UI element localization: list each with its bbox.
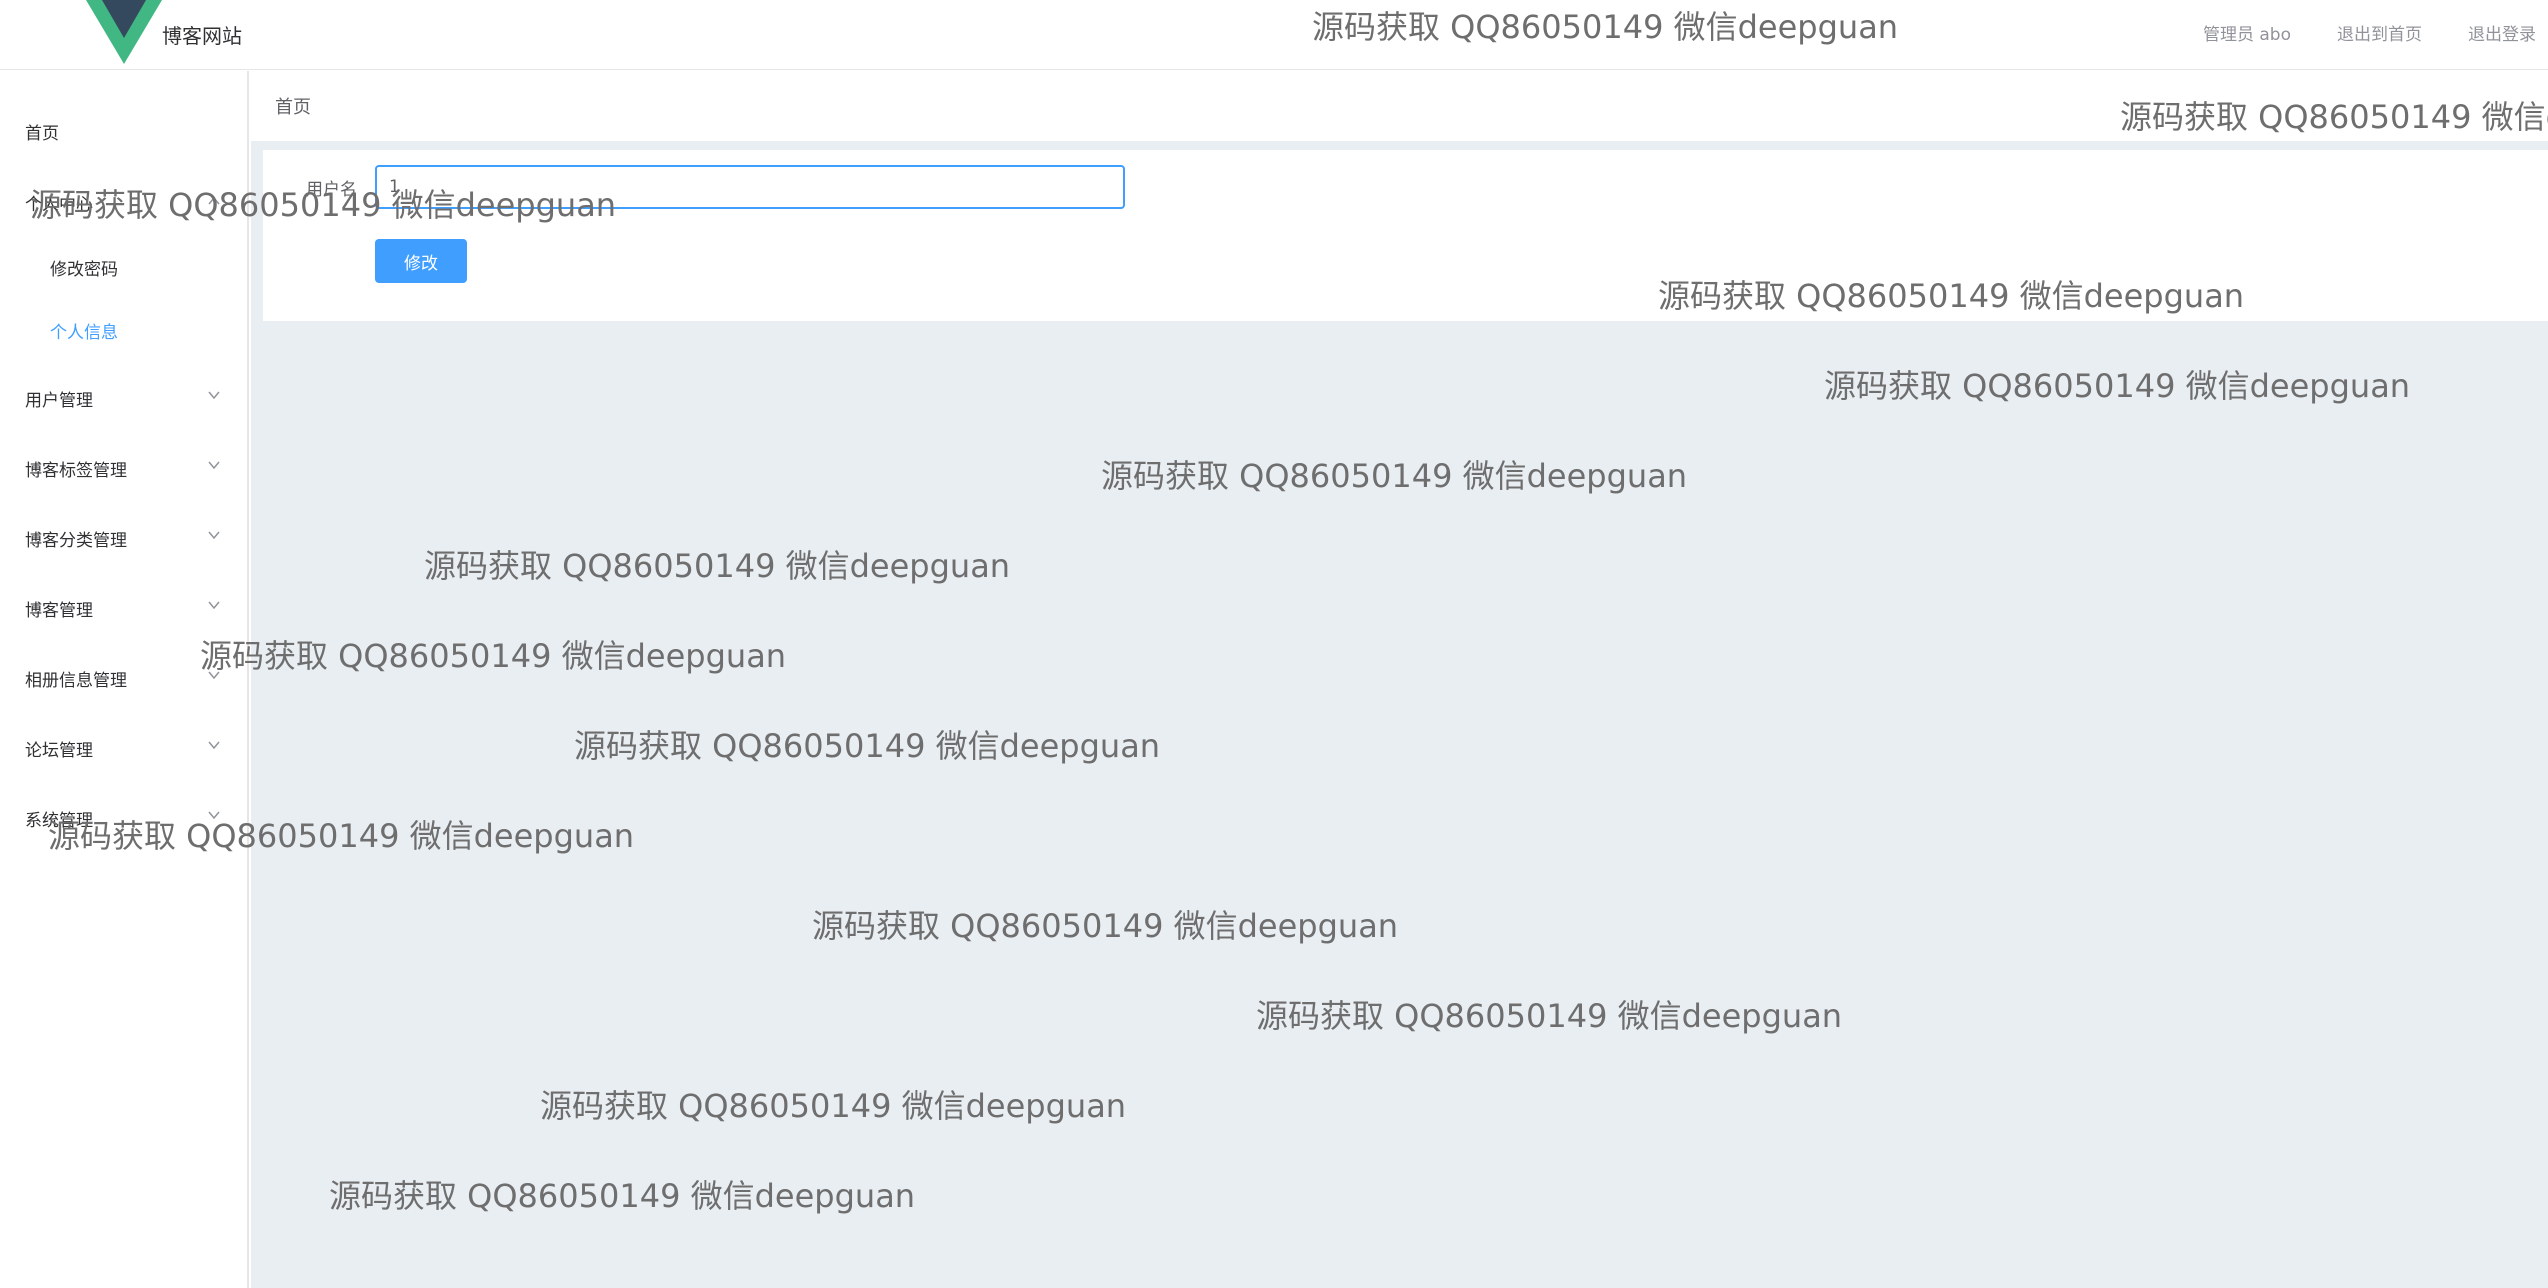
sidebar-item-blog-category-management[interactable]: 博客分类管理 xyxy=(25,526,127,551)
exit-to-home-link[interactable]: 退出到首页 xyxy=(2337,20,2422,45)
personal-info-form: 用户名 修改 xyxy=(263,150,2548,321)
chevron-down-icon xyxy=(208,741,220,750)
vue-logo-icon xyxy=(86,0,162,64)
sidebar-item-forum-management[interactable]: 论坛管理 xyxy=(25,736,93,761)
sidebar-item-home[interactable]: 首页 xyxy=(25,119,59,144)
breadcrumb-bar: 首页 xyxy=(251,71,2548,141)
header-links: 管理员 abo 退出到首页 退出登录 xyxy=(2157,20,2536,45)
modify-button[interactable]: 修改 xyxy=(375,239,467,283)
username-input[interactable] xyxy=(375,165,1125,209)
sidebar-item-user-management[interactable]: 用户管理 xyxy=(25,386,93,411)
sidebar-item-personal-center[interactable]: 个人中心 xyxy=(25,190,93,215)
sidebar-item-system-management[interactable]: 系统管理 xyxy=(25,806,93,831)
main-content: 首页 用户名 修改 xyxy=(251,71,2548,1288)
sidebar-item-personal-info[interactable]: 个人信息 xyxy=(50,318,118,343)
admin-user-label[interactable]: 管理员 abo xyxy=(2203,20,2291,45)
chevron-down-icon xyxy=(208,601,220,610)
sidebar-item-blog-management[interactable]: 博客管理 xyxy=(25,596,93,621)
sidebar-menu: 首页 个人中心 修改密码 个人信息 用户管理 博客标签管理 博客分类管理 博客管… xyxy=(0,71,249,1288)
chevron-down-icon xyxy=(208,531,220,540)
chevron-up-icon xyxy=(208,196,220,205)
chevron-down-icon xyxy=(208,671,220,680)
chevron-down-icon xyxy=(208,461,220,470)
site-name: 博客网站 xyxy=(162,24,242,48)
sidebar-item-album-management[interactable]: 相册信息管理 xyxy=(25,666,127,691)
sidebar-item-blog-tag-management[interactable]: 博客标签管理 xyxy=(25,456,127,481)
chevron-down-icon xyxy=(208,811,220,820)
chevron-down-icon xyxy=(208,391,220,400)
breadcrumb[interactable]: 首页 xyxy=(275,93,311,119)
sidebar-item-change-password[interactable]: 修改密码 xyxy=(50,255,118,280)
username-label: 用户名 xyxy=(306,180,357,200)
logout-link[interactable]: 退出登录 xyxy=(2468,20,2536,45)
top-header: 博客网站 管理员 abo 退出到首页 退出登录 xyxy=(0,0,2548,70)
